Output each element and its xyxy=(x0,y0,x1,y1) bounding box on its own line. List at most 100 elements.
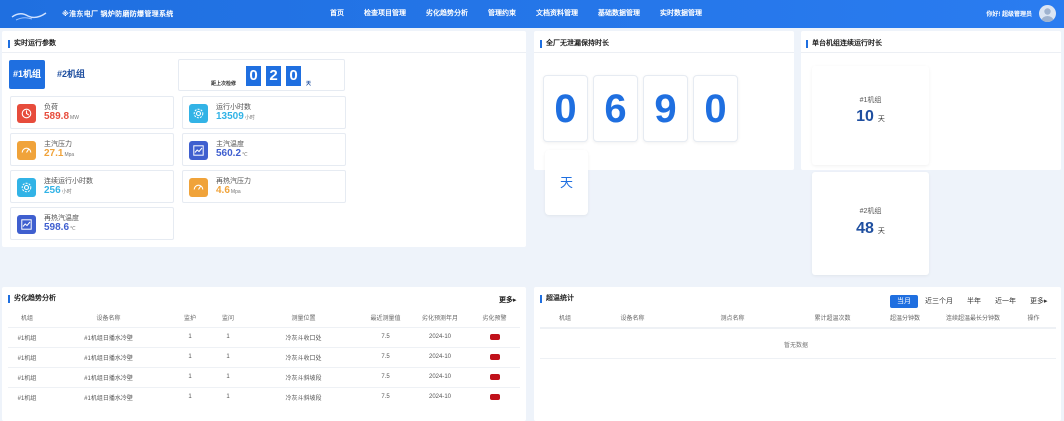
column-header[interactable]: 连续超温最长分钟数 xyxy=(935,309,1011,327)
column-header[interactable]: 设备名称 xyxy=(590,309,675,327)
column-header[interactable]: 操作 xyxy=(1011,309,1056,327)
gauge-icon xyxy=(189,178,208,197)
warning-badge xyxy=(489,393,500,400)
leak-free-unit: 天 xyxy=(545,150,588,215)
leak-free-title: 全厂无泄漏保持时长 xyxy=(540,40,609,48)
table-row[interactable]: #1机组 #1机组日播水冷壁 1 1 冷灰斗斜坡段 7.5 2024-10 xyxy=(8,366,520,387)
metric-number: 4.6 xyxy=(216,185,230,196)
divider xyxy=(540,358,1056,359)
column-header[interactable]: 监护 xyxy=(171,309,209,327)
column-header[interactable]: 测点名称 xyxy=(675,309,790,327)
column-header[interactable]: 超温分钟数 xyxy=(875,309,935,327)
cell-value: 7.5 xyxy=(360,386,411,407)
cell-check: 1 xyxy=(209,346,247,367)
table-row[interactable]: #1机组 #1机组日播水冷壁 1 1 冷灰斗斜坡段 7.5 2024-10 xyxy=(8,386,520,407)
trend-icon xyxy=(189,141,208,160)
user-icon xyxy=(1041,8,1054,22)
nav-basic-data[interactable]: 基础数据管理 xyxy=(588,0,650,28)
gauge-icon xyxy=(17,141,36,160)
column-header[interactable]: 劣化预警 xyxy=(469,309,520,327)
leak-free-digit: 0 xyxy=(693,75,738,142)
tab-unit-2[interactable]: #2机组 xyxy=(53,60,89,89)
divider xyxy=(540,328,1056,329)
cell-device: #1机组日播水冷壁 xyxy=(46,386,171,407)
main-nav: 首页 检查项目管理 劣化趋势分析 管理约束 文档资料管理 基础数据管理 实时数据… xyxy=(320,0,712,28)
cell-device: #1机组日播水冷壁 xyxy=(46,346,171,367)
divider xyxy=(534,52,794,53)
tab-unit-1[interactable]: #1机组 xyxy=(9,60,45,89)
metric-value: 589.8MW xyxy=(44,111,79,122)
metric-reheat-pressure: 再热汽压力 4.6Mpa xyxy=(182,170,346,203)
metric-unit: Mpa xyxy=(230,189,241,195)
nav-constraints[interactable]: 管理约束 xyxy=(478,0,526,28)
logo-icon xyxy=(11,12,47,21)
column-header[interactable]: 累计超温次数 xyxy=(790,309,875,327)
runtime-icon xyxy=(189,104,208,123)
overhaul-digit: 0 xyxy=(286,66,301,86)
cell-value: 7.5 xyxy=(360,346,411,367)
trend-panel-title: 劣化趋势分析 xyxy=(8,295,56,303)
metric-value: 256小时 xyxy=(44,185,72,196)
nav-realtime-data[interactable]: 实时数据管理 xyxy=(650,0,712,28)
leak-free-digit: 9 xyxy=(643,75,688,142)
metric-unit: Mpa xyxy=(64,152,75,158)
cell-forecast: 2024-10 xyxy=(411,386,469,407)
metric-value: 13509小时 xyxy=(216,111,255,122)
filter-one-year[interactable]: 近一年 xyxy=(988,295,1023,308)
metric-value: 4.6Mpa xyxy=(216,185,241,196)
metric-value: 598.6℃ xyxy=(44,222,76,233)
more-label: 更多 xyxy=(499,297,513,304)
metric-main-steam-temp: 主汽温度 560.2℃ xyxy=(182,133,346,166)
metric-reheat-temp: 再热汽温度 598.6℃ xyxy=(10,207,174,240)
continuous-run-title: 单台机组连续运行时长 xyxy=(806,40,882,48)
column-header[interactable]: 监问 xyxy=(209,309,247,327)
metric-unit: 小时 xyxy=(61,189,72,195)
unit-name: #2机组 xyxy=(859,208,882,215)
column-header[interactable]: 机组 xyxy=(8,309,46,327)
filter-three-months[interactable]: 近三个月 xyxy=(918,295,960,308)
metric-number: 13509 xyxy=(216,111,244,122)
cell-guard: 1 xyxy=(171,346,209,367)
column-header[interactable]: 最近测量值 xyxy=(360,309,411,327)
column-header[interactable]: 劣化预测年月 xyxy=(411,309,469,327)
nav-home[interactable]: 首页 xyxy=(320,0,354,28)
runtime-icon xyxy=(17,178,36,197)
table-row[interactable]: #1机组 #1机组日播水冷壁 1 1 冷灰斗收口处 7.5 2024-10 xyxy=(8,346,520,367)
nav-inspection[interactable]: 检查项目管理 xyxy=(354,0,416,28)
table-header: 机组 设备名称 测点名称 累计超温次数 超温分钟数 连续超温最长分钟数 操作 xyxy=(540,309,1056,327)
cell-check: 1 xyxy=(209,366,247,387)
nav-documents[interactable]: 文档资料管理 xyxy=(526,0,588,28)
cell-check: 1 xyxy=(209,326,247,347)
cell-check: 1 xyxy=(209,386,247,407)
unit-days-unit: 天 xyxy=(877,228,885,235)
filter-current-month[interactable]: 当月 xyxy=(890,295,918,308)
metric-unit: MW xyxy=(70,115,79,121)
cell-forecast: 2024-10 xyxy=(411,326,469,347)
metric-continuous-hours: 连续运行小时数 256小时 xyxy=(10,170,174,203)
user-greeting[interactable]: 你好! 超级管理员 xyxy=(986,9,1032,18)
warning-badge xyxy=(489,333,500,340)
realtime-panel-title: 实时运行参数 xyxy=(8,40,56,48)
overhaul-unit: 天 xyxy=(306,81,312,87)
nav-trend[interactable]: 劣化趋势分析 xyxy=(416,0,478,28)
divider xyxy=(2,52,526,53)
metric-number: 256 xyxy=(44,185,61,196)
cell-guard: 1 xyxy=(171,326,209,347)
column-header[interactable]: 机组 xyxy=(540,309,590,327)
cell-unit: #1机组 xyxy=(8,366,46,387)
cell-position: 冷灰斗收口处 xyxy=(247,326,360,347)
metric-unit: ℃ xyxy=(242,152,248,158)
trend-more-link[interactable]: 更多▸ xyxy=(499,295,517,305)
cell-position: 冷灰斗收口处 xyxy=(247,346,360,367)
column-header[interactable]: 设备名称 xyxy=(46,309,171,327)
metric-main-steam-pressure: 主汽压力 27.1Mpa xyxy=(10,133,174,166)
filter-half-year[interactable]: 半年 xyxy=(960,295,988,308)
column-header[interactable]: 测量位置 xyxy=(247,309,360,327)
trend-table: 机组 设备名称 监护 监问 测量位置 最近测量值 劣化预测年月 劣化预警 #1机… xyxy=(8,309,520,407)
avatar[interactable] xyxy=(1039,5,1056,22)
filter-more[interactable]: 更多▸ xyxy=(1023,295,1055,308)
leak-free-digit: 6 xyxy=(593,75,638,142)
table-row[interactable]: #1机组 #1机组日播水冷壁 1 1 冷灰斗收口处 7.5 2024-10 xyxy=(8,326,520,347)
metric-number: 589.8 xyxy=(44,111,70,122)
cell-device: #1机组日播水冷壁 xyxy=(46,326,171,347)
